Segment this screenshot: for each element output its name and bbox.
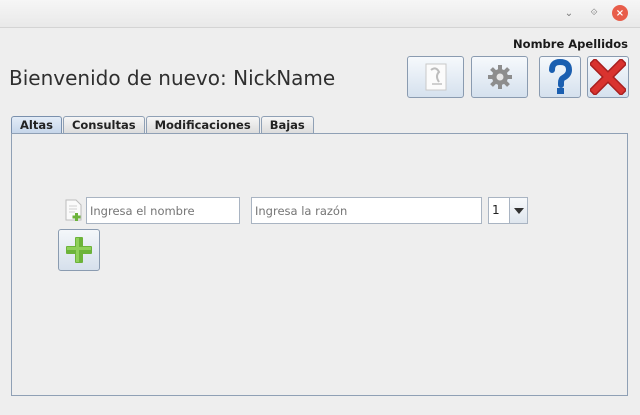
tab-panel-altas xyxy=(11,133,628,396)
help-button[interactable] xyxy=(539,56,581,98)
tab-consultas[interactable]: Consultas xyxy=(62,116,145,133)
gear-icon xyxy=(487,65,512,89)
document-button[interactable] xyxy=(407,56,464,98)
welcome-heading: Bienvenido de nuevo: NickName xyxy=(9,66,336,90)
quantity-combo[interactable]: 1 xyxy=(488,197,528,224)
settings-button[interactable] xyxy=(471,56,528,98)
tab-bajas[interactable]: Bajas xyxy=(260,116,314,133)
help-icon xyxy=(549,59,573,94)
window-titlebar: ⌄ ⟐ × xyxy=(0,0,640,28)
document-icon xyxy=(425,63,446,91)
nombre-input[interactable] xyxy=(86,197,240,224)
chevron-down-icon xyxy=(513,207,524,214)
close-x-icon xyxy=(590,59,626,95)
user-name-label: Nombre Apellidos xyxy=(513,37,628,51)
tab-modificaciones[interactable]: Modificaciones xyxy=(145,116,260,133)
maximize-button[interactable]: ⟐ xyxy=(586,5,602,21)
quantity-value: 1 xyxy=(492,203,500,217)
combo-arrow-button[interactable] xyxy=(509,198,527,223)
tab-strip: Altas Consultas Modificaciones Bajas xyxy=(11,116,315,134)
add-document-icon xyxy=(65,199,82,221)
exit-button[interactable] xyxy=(587,56,629,98)
add-button[interactable] xyxy=(58,229,100,271)
close-window-button[interactable]: × xyxy=(612,5,628,21)
razon-input[interactable] xyxy=(251,197,482,224)
tab-altas[interactable]: Altas xyxy=(11,116,62,133)
minimize-button[interactable]: ⌄ xyxy=(561,5,577,21)
plus-icon xyxy=(66,237,92,263)
